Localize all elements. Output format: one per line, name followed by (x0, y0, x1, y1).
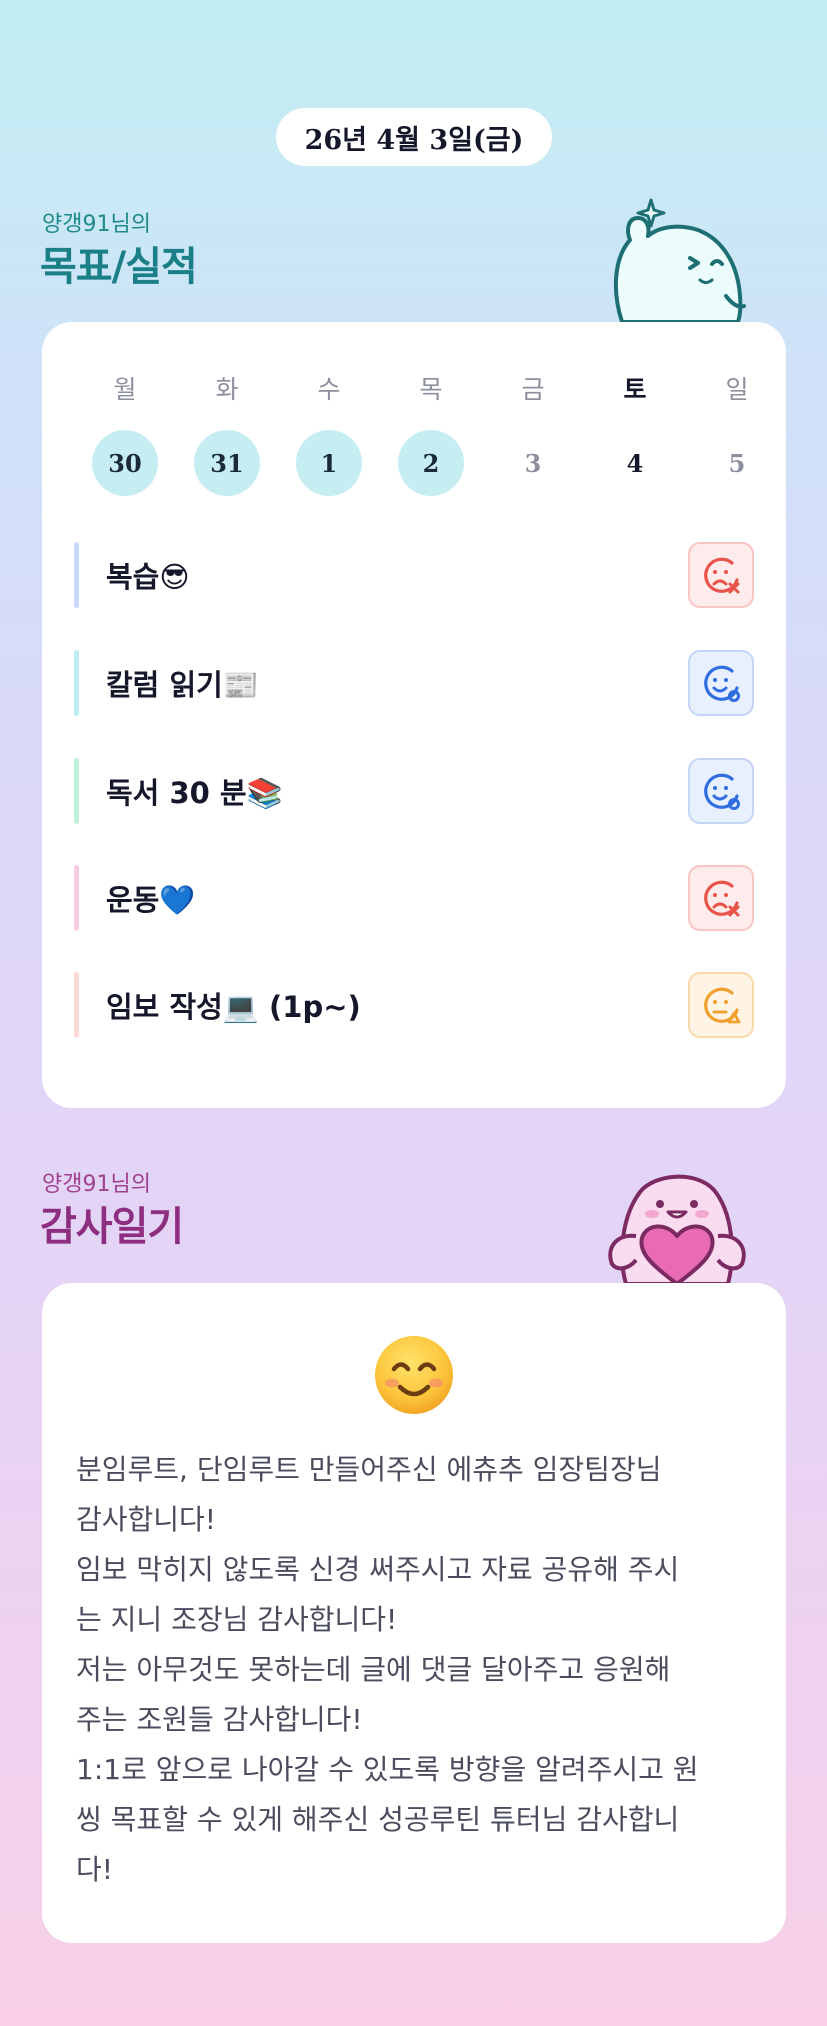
day-number: 2 (398, 430, 464, 496)
goal-status-button[interactable] (688, 972, 754, 1038)
day-number: 3 (524, 448, 542, 478)
day-cell[interactable]: 1 (278, 430, 380, 496)
heart-mascot-icon (608, 1174, 746, 1286)
weekday-row: 월 화 수 목 금 토 일 (74, 370, 788, 406)
goal-status-button[interactable] (688, 865, 754, 931)
weekday-thu: 목 (419, 375, 443, 404)
goal-color-bar (74, 650, 79, 716)
weekday-sat: 토 (623, 375, 647, 404)
goal-label: 운동💙 (106, 883, 196, 917)
smiling-face-icon (375, 1336, 453, 1414)
day-cell[interactable]: 5 (686, 430, 788, 496)
goal-label: 독서 30 분📚 (106, 776, 283, 810)
day-number: 1 (296, 430, 362, 496)
status-face-icon (704, 773, 740, 810)
date-pill: 26년 4월 3일(금) (276, 108, 552, 166)
goal-label: 칼럼 읽기📰 (106, 668, 259, 702)
status-face-icon (704, 880, 740, 917)
weekday-wed: 수 (317, 375, 341, 404)
goal-color-bar (74, 542, 79, 608)
day-number: 31 (194, 430, 260, 496)
goal-color-bar (74, 758, 79, 824)
day-number-row: 30 31 1 2 3 4 5 (74, 430, 788, 496)
day-number: 4 (626, 448, 644, 478)
gratitude-card: 분임루트, 단임루트 만들어주신 에츄추 임장팀장님 감사합니다! 임보 막히지… (42, 1283, 786, 1943)
waving-mascot-icon (613, 198, 746, 324)
goal-label: 복습😎 (106, 560, 190, 594)
day-cell[interactable]: 31 (176, 430, 278, 496)
goal-color-bar (74, 972, 79, 1038)
goal-status-button[interactable] (688, 650, 754, 716)
goal-card: 월 화 수 목 금 토 일 30 31 1 2 3 4 5 복습😎 칼럼 읽기📰… (42, 322, 786, 1108)
day-cell[interactable]: 2 (380, 430, 482, 496)
goal-item: 임보 작성💻 (1p~) (74, 972, 754, 1038)
goal-item: 운동💙 (74, 865, 754, 931)
status-face-icon (704, 987, 741, 1024)
day-number: 5 (728, 448, 746, 478)
status-face-icon (704, 665, 740, 702)
weekday-fri: 금 (521, 375, 545, 404)
gratitude-section-title: 감사일기 (40, 1204, 184, 1250)
day-cell[interactable]: 4 (584, 430, 686, 496)
goal-item: 칼럼 읽기📰 (74, 650, 754, 716)
weekday-tue: 화 (215, 375, 239, 404)
goal-status-button[interactable] (688, 758, 754, 824)
goal-label: 임보 작성💻 (1p~) (106, 990, 361, 1024)
day-number: 30 (92, 430, 158, 496)
goal-item: 독서 30 분📚 (74, 758, 754, 824)
day-cell[interactable]: 30 (74, 430, 176, 496)
goal-item: 복습😎 (74, 542, 754, 608)
goal-status-button[interactable] (688, 542, 754, 608)
gratitude-text: 분임루트, 단임루트 만들어주신 에츄추 임장팀장님 감사합니다! 임보 막히지… (76, 1453, 699, 1886)
status-face-icon (704, 557, 740, 594)
day-cell[interactable]: 3 (482, 430, 584, 496)
weekday-mon: 월 (113, 375, 137, 404)
goal-section-title: 목표/실적 (40, 244, 198, 290)
goal-color-bar (74, 865, 79, 931)
weekday-sun: 일 (725, 375, 749, 404)
